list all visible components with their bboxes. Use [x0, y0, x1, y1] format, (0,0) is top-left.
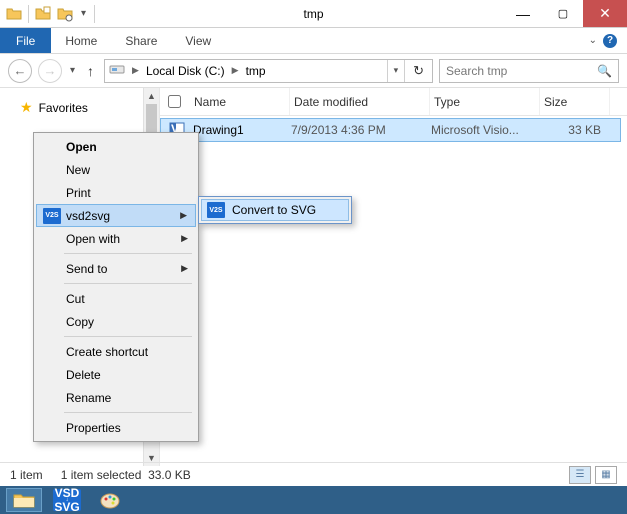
- address-bar-row: ← → ▾ ↑ ▶ Local Disk (C:) ▶ tmp ▾ ↻ Sear…: [0, 54, 627, 88]
- ctx-convert-svg[interactable]: V2S Convert to SVG: [201, 199, 349, 221]
- minimize-button[interactable]: —: [503, 0, 543, 27]
- chevron-right-icon: ▶: [180, 210, 187, 221]
- column-size[interactable]: Size: [540, 88, 610, 115]
- column-date[interactable]: Date modified: [290, 88, 430, 115]
- chevron-right-icon[interactable]: ▶: [129, 65, 142, 76]
- ctx-open-with[interactable]: Open with ▶: [36, 227, 196, 250]
- properties-icon[interactable]: [57, 6, 73, 22]
- forward-button[interactable]: →: [38, 59, 62, 83]
- ctx-rename[interactable]: Rename: [36, 386, 196, 409]
- close-button[interactable]: ✕: [583, 0, 627, 27]
- task-paint[interactable]: [92, 488, 128, 512]
- ctx-vsd2svg[interactable]: V2S vsd2svg ▶: [36, 204, 196, 227]
- address-bar[interactable]: ▶ Local Disk (C:) ▶ tmp ▾ ↻: [104, 59, 433, 83]
- folder-icon: [6, 6, 22, 22]
- view-tab[interactable]: View: [171, 28, 225, 53]
- ribbon: File Home Share View ⌄ ?: [0, 28, 627, 54]
- maximize-button[interactable]: ▢: [543, 0, 583, 27]
- refresh-button[interactable]: ↻: [404, 60, 432, 82]
- file-size: 33 KB: [541, 123, 611, 137]
- ctx-properties[interactable]: Properties: [36, 416, 196, 439]
- ctx-send-to[interactable]: Send to ▶: [36, 257, 196, 280]
- favorites-node[interactable]: ★ Favorites: [0, 96, 159, 119]
- chevron-right-icon[interactable]: ▶: [229, 65, 242, 76]
- separator: [64, 283, 192, 284]
- back-button[interactable]: ←: [8, 59, 32, 83]
- chevron-right-icon: ▶: [181, 233, 188, 244]
- file-tab[interactable]: File: [0, 28, 51, 53]
- taskbar: VSD ↓ SVG: [0, 486, 627, 514]
- status-bar: 1 item 1 item selected 33.0 KB ☰ ▦: [0, 462, 627, 486]
- status-selected: 1 item selected: [61, 468, 142, 482]
- separator: [64, 412, 192, 413]
- ctx-new[interactable]: New: [36, 158, 196, 181]
- file-name: Drawing1: [191, 123, 291, 137]
- help-icon[interactable]: ?: [603, 34, 617, 48]
- separator: [64, 253, 192, 254]
- task-vsd2svg[interactable]: VSD ↓ SVG: [46, 488, 88, 512]
- file-date: 7/9/2013 4:36 PM: [291, 123, 431, 137]
- ctx-print[interactable]: Print: [36, 181, 196, 204]
- history-dropdown-icon[interactable]: ▾: [68, 65, 77, 76]
- drive-icon: [105, 61, 129, 80]
- ctx-cut[interactable]: Cut: [36, 287, 196, 310]
- title-bar: ▾ tmp — ▢ ✕: [0, 0, 627, 28]
- column-headers: Name Date modified Type Size: [160, 88, 627, 116]
- scroll-up-icon[interactable]: ▲: [144, 88, 159, 104]
- status-count: 1 item: [10, 468, 43, 482]
- breadcrumb-segment[interactable]: tmp: [242, 60, 270, 82]
- window-title: tmp: [303, 7, 323, 21]
- context-submenu: V2S Convert to SVG: [198, 196, 352, 224]
- ctx-create-shortcut[interactable]: Create shortcut: [36, 340, 196, 363]
- address-dropdown-icon[interactable]: ▾: [387, 60, 405, 82]
- new-folder-icon[interactable]: [35, 6, 51, 22]
- breadcrumb-segment[interactable]: Local Disk (C:): [142, 60, 229, 82]
- select-all-checkbox[interactable]: [168, 95, 190, 108]
- home-tab[interactable]: Home: [51, 28, 111, 53]
- ctx-open[interactable]: Open: [36, 135, 196, 158]
- icons-view-button[interactable]: ▦: [595, 466, 617, 484]
- table-row[interactable]: V Drawing1 7/9/2013 4:36 PM Microsoft Vi…: [160, 118, 621, 142]
- search-input[interactable]: Search tmp 🔍: [439, 59, 619, 83]
- favorites-label: Favorites: [39, 101, 88, 115]
- up-button[interactable]: ↑: [83, 63, 98, 79]
- ctx-copy[interactable]: Copy: [36, 310, 196, 333]
- search-icon: 🔍: [597, 64, 612, 78]
- context-menu: Open New Print V2S vsd2svg ▶ Open with ▶…: [33, 132, 199, 442]
- details-view-button[interactable]: ☰: [569, 466, 591, 484]
- share-tab[interactable]: Share: [111, 28, 171, 53]
- column-name[interactable]: Name: [190, 88, 290, 115]
- chevron-right-icon: ▶: [181, 263, 188, 274]
- star-icon: ★: [20, 99, 33, 116]
- separator: [64, 336, 192, 337]
- vsd-svg-icon: VSD ↓ SVG: [53, 489, 81, 511]
- column-type[interactable]: Type: [430, 88, 540, 115]
- v2s-icon: V2S: [43, 208, 61, 224]
- search-placeholder: Search tmp: [446, 64, 507, 78]
- v2s-icon: V2S: [207, 202, 225, 218]
- task-explorer[interactable]: [6, 488, 42, 512]
- file-list: Name Date modified Type Size V Drawing1 …: [160, 88, 627, 466]
- ctx-delete[interactable]: Delete: [36, 363, 196, 386]
- ribbon-expand-icon[interactable]: ⌄: [589, 35, 597, 46]
- file-type: Microsoft Visio...: [431, 123, 541, 137]
- qat-dropdown-icon[interactable]: ▾: [79, 8, 88, 19]
- status-size: 33.0 KB: [148, 468, 191, 482]
